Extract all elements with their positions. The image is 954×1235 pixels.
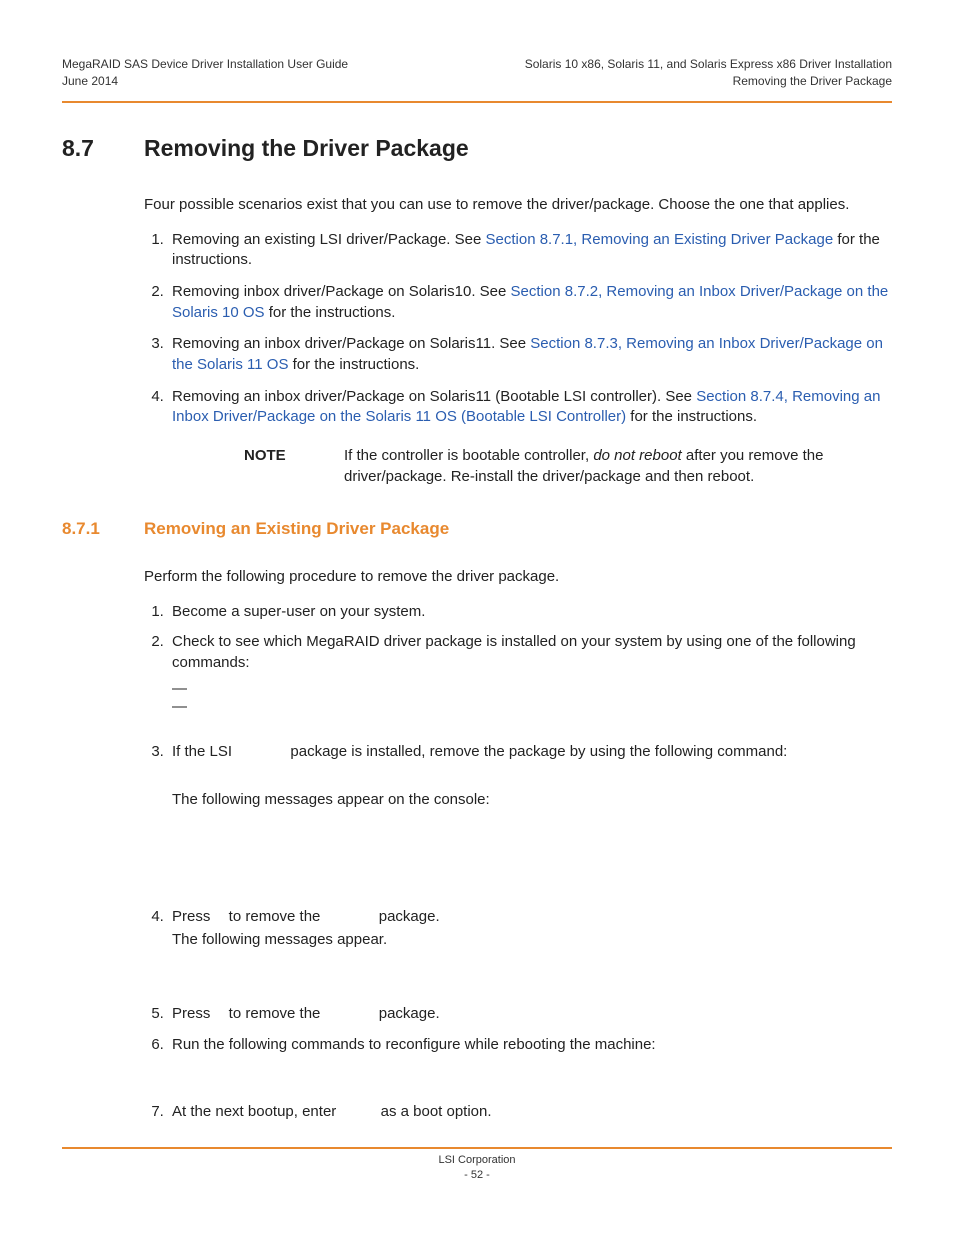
section-intro: Four possible scenarios exist that you c… bbox=[144, 195, 892, 216]
list-item: Press to remove the package. The followi… bbox=[168, 907, 892, 994]
note-block: NOTE If the controller is bootable contr… bbox=[144, 446, 892, 487]
page-header: MegaRAID SAS Device Driver Installation … bbox=[62, 56, 892, 103]
item-text-post: for the instructions. bbox=[265, 304, 396, 321]
dash-item: — bbox=[172, 698, 892, 716]
cross-ref-link[interactable]: Section 8.7.1, Removing an Existing Driv… bbox=[486, 231, 834, 248]
header-right: Solaris 10 x86, Solaris 11, and Solaris … bbox=[525, 56, 892, 89]
command-placeholder-list: — — bbox=[172, 680, 892, 716]
footer-page-number: - 52 - bbox=[62, 1168, 892, 1183]
subsection-number: 8.7.1 bbox=[62, 517, 144, 540]
doc-title: MegaRAID SAS Device Driver Installation … bbox=[62, 56, 348, 73]
subsection-intro: Perform the following procedure to remov… bbox=[144, 567, 892, 588]
item-text-post: for the instructions. bbox=[288, 356, 419, 373]
section-title: Removing the Driver Package bbox=[144, 133, 469, 165]
footer-company: LSI Corporation bbox=[62, 1153, 892, 1168]
subsection-heading: 8.7.1 Removing an Existing Driver Packag… bbox=[62, 517, 892, 540]
dash-item: — bbox=[172, 680, 892, 698]
list-item: Removing an inbox driver/Package on Sola… bbox=[168, 334, 892, 375]
list-item: Removing an inbox driver/Package on Sola… bbox=[168, 387, 892, 428]
item-text-pre: Removing an inbox driver/Package on Sola… bbox=[172, 335, 530, 352]
list-item: Check to see which MegaRAID driver packa… bbox=[168, 632, 892, 715]
subsection-body: Perform the following procedure to remov… bbox=[62, 567, 892, 1123]
item-text-pre: Removing inbox driver/Package on Solaris… bbox=[172, 283, 511, 300]
page-footer: LSI Corporation - 52 - bbox=[62, 1147, 892, 1183]
message-intro: The following messages appear. bbox=[172, 930, 892, 951]
scenario-list: Removing an existing LSI driver/Package.… bbox=[144, 230, 892, 429]
procedure-list: Become a super-user on your system. Chec… bbox=[144, 602, 892, 1123]
section-number: 8.7 bbox=[62, 133, 144, 165]
subsection-title: Removing an Existing Driver Package bbox=[144, 517, 449, 540]
list-item: Become a super-user on your system. bbox=[168, 602, 892, 623]
list-item: Press to remove the package. bbox=[168, 1004, 892, 1025]
doc-date: June 2014 bbox=[62, 73, 348, 90]
item-text-pre: Removing an existing LSI driver/Package.… bbox=[172, 231, 486, 248]
list-item: Run the following commands to reconfigur… bbox=[168, 1035, 892, 1092]
item-text-post: for the instructions. bbox=[626, 408, 757, 425]
section-heading: 8.7 Removing the Driver Package bbox=[62, 133, 892, 165]
item-text-pre: Removing an inbox driver/Package on Sola… bbox=[172, 388, 696, 405]
section-body: Four possible scenarios exist that you c… bbox=[62, 195, 892, 488]
section-path: Removing the Driver Package bbox=[525, 73, 892, 90]
header-left: MegaRAID SAS Device Driver Installation … bbox=[62, 56, 348, 89]
list-item: If the LSI package is installed, remove … bbox=[168, 742, 892, 897]
note-emphasis: do not reboot bbox=[593, 447, 681, 464]
console-message-intro: The following messages appear on the con… bbox=[172, 790, 892, 811]
note-text: If the controller is bootable controller… bbox=[344, 446, 892, 487]
list-item: Removing an existing LSI driver/Package.… bbox=[168, 230, 892, 271]
note-label: NOTE bbox=[244, 446, 344, 487]
list-item: At the next bootup, enter as a boot opti… bbox=[168, 1102, 892, 1123]
list-item: Removing inbox driver/Package on Solaris… bbox=[168, 282, 892, 323]
chapter-title: Solaris 10 x86, Solaris 11, and Solaris … bbox=[525, 56, 892, 73]
